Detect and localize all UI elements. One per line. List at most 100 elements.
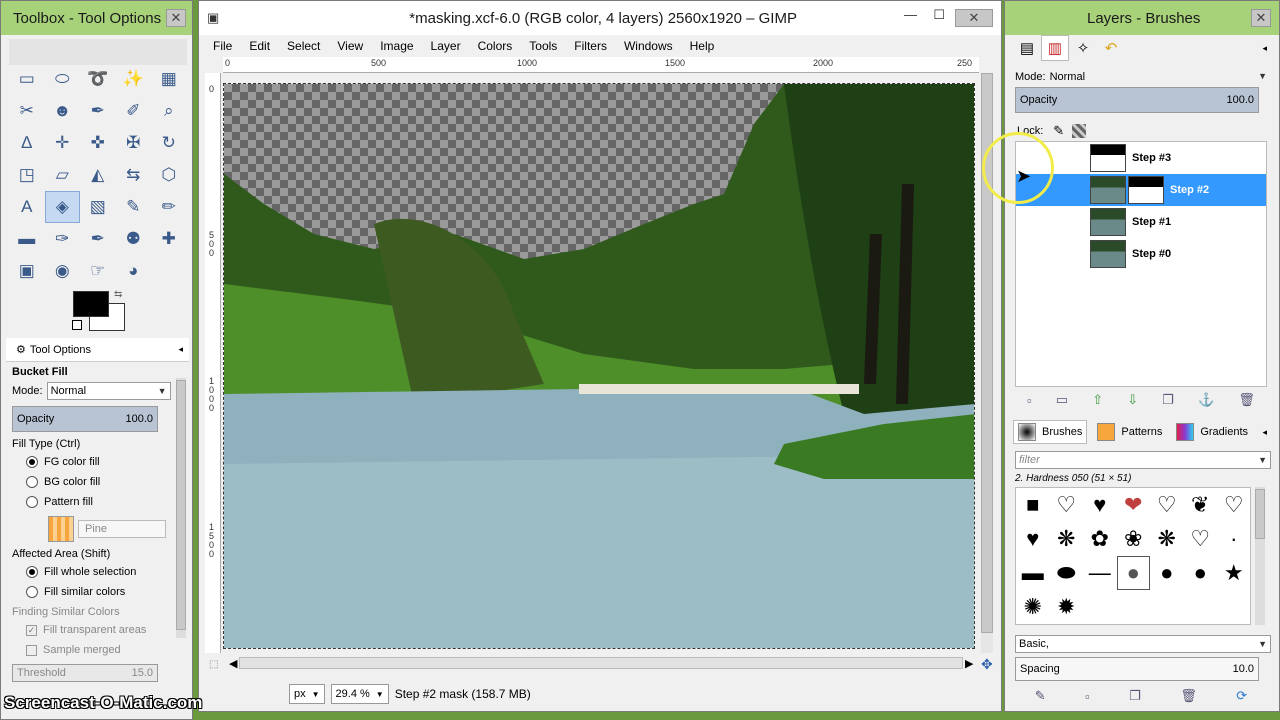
scissors-select-icon[interactable]: ✂	[9, 95, 45, 127]
align-icon[interactable]: ✜	[80, 127, 116, 159]
dodge-burn-icon[interactable]: ◕	[116, 255, 152, 287]
point-brush-icon[interactable]: ·	[1217, 522, 1251, 556]
smudge-icon[interactable]: ☞	[80, 255, 116, 287]
duplicate-layer-icon[interactable]: ❐	[1162, 392, 1174, 408]
brush-scrollbar[interactable]	[1255, 487, 1265, 625]
heart-thin-brush-icon[interactable]: ♡	[1184, 522, 1218, 556]
zoom-icon[interactable]: ⌕	[151, 95, 187, 127]
rect-select-icon[interactable]: ▭	[9, 63, 45, 95]
layer-row[interactable]: Step #2	[1016, 174, 1266, 206]
clone-icon[interactable]: ⚉	[116, 223, 152, 255]
color-select-icon[interactable]: ▦	[151, 63, 187, 95]
flowers-brush-icon[interactable]: ✿	[1083, 522, 1117, 556]
channels-tab-icon[interactable]: ▥	[1041, 35, 1069, 61]
brush-filter-input[interactable]: filter ▼	[1015, 451, 1271, 469]
layer-thumbnail[interactable]	[1090, 240, 1126, 268]
paths-icon[interactable]: ✒	[80, 95, 116, 127]
brush-set-dropdown[interactable]: Basic, ▼	[1015, 635, 1271, 653]
dots-brush-icon[interactable]: ❋	[1050, 522, 1084, 556]
paths-tab-icon[interactable]: ✧	[1069, 35, 1097, 61]
menu-tools[interactable]: Tools	[529, 39, 557, 53]
fill-bg-radio[interactable]: BG color fill	[26, 474, 183, 490]
visibility-toggle-icon[interactable]	[1024, 214, 1040, 230]
layer-thumbnail[interactable]	[1090, 176, 1126, 204]
menu-select[interactable]: Select	[287, 39, 320, 53]
bar-brush-icon[interactable]: ▬	[1016, 556, 1050, 590]
flip-icon[interactable]: ⇆	[116, 159, 152, 191]
block-brush-icon[interactable]: ■	[1016, 488, 1050, 522]
foreground-color-swatch[interactable]	[73, 291, 109, 317]
free-select-icon[interactable]: ➰	[80, 63, 116, 95]
red-heart-brush-icon[interactable]: ❤	[1117, 488, 1151, 522]
layer-opacity-slider[interactable]: Opacity 100.0	[1015, 87, 1259, 113]
menu-colors[interactable]: Colors	[478, 39, 513, 53]
tool-options-scrollbar[interactable]	[176, 378, 186, 638]
menu-layer[interactable]: Layer	[431, 39, 461, 53]
scroll-left-icon[interactable]: ◀	[229, 657, 237, 670]
tab-gradients[interactable]: Gradients	[1172, 421, 1252, 443]
menu-windows[interactable]: Windows	[624, 39, 673, 53]
close-icon[interactable]: ✕	[1251, 9, 1271, 27]
image-canvas[interactable]	[223, 83, 975, 649]
layer-row[interactable]: Step #0	[1016, 238, 1266, 270]
layers-tab-icon[interactable]: ▤	[1013, 35, 1041, 61]
measure-icon[interactable]: ∆	[9, 127, 45, 159]
vertical-ruler[interactable]: 0 5 0 0 1 0 0 0 1 5 0 0	[205, 73, 221, 653]
pencil-icon[interactable]: ✎	[116, 191, 152, 223]
scroll-right-icon[interactable]: ▶	[965, 657, 973, 670]
visibility-toggle-icon[interactable]	[1024, 246, 1040, 262]
ellipse-brush-icon[interactable]: ⬬	[1050, 556, 1084, 590]
opacity-slider[interactable]: Opacity 100.0	[12, 406, 158, 432]
splat2-brush-icon[interactable]: ✹	[1050, 590, 1084, 624]
heart-texture-brush-icon[interactable]: ♥	[1016, 522, 1050, 556]
layer-mask-thumbnail[interactable]	[1128, 176, 1164, 204]
tab-tool-options[interactable]: ⚙ Tool Options ◂	[6, 338, 189, 362]
lower-layer-icon[interactable]: ⇩	[1127, 392, 1138, 408]
duplicate-brush-icon[interactable]: ❐	[1129, 688, 1141, 704]
edit-brush-icon[interactable]: ✎	[1035, 688, 1046, 704]
hardness-brush-icon[interactable]: ●	[1150, 556, 1184, 590]
canvas-horizontal-scrollbar[interactable]	[239, 657, 963, 669]
spacing-slider[interactable]: Spacing 10.0	[1015, 657, 1259, 681]
perspective-icon[interactable]: ◭	[80, 159, 116, 191]
layer-thumbnail[interactable]	[1090, 144, 1126, 172]
bucket-fill-icon[interactable]: ◈	[44, 191, 80, 223]
panel-menu-icon[interactable]: ◂	[1262, 427, 1267, 438]
horizontal-ruler[interactable]: 0 500 1000 1500 2000 250	[223, 57, 979, 73]
fill-fg-radio[interactable]: FG color fill	[26, 454, 183, 470]
heart-splat-brush-icon[interactable]: ❦	[1184, 488, 1218, 522]
menu-image[interactable]: Image	[380, 39, 413, 53]
new-layer-icon[interactable]: ▫	[1027, 393, 1032, 408]
default-colors-icon[interactable]	[72, 320, 82, 330]
flowers-outline-brush-icon[interactable]: ❀	[1117, 522, 1151, 556]
scale-icon[interactable]: ◳	[9, 159, 45, 191]
splat-brush-icon[interactable]: ✺	[1016, 590, 1050, 624]
navigate-icon[interactable]: ✥	[981, 656, 993, 673]
ink-icon[interactable]: ✒	[80, 223, 116, 255]
heart-gray-brush-icon[interactable]: ♡	[1217, 488, 1251, 522]
airbrush-icon[interactable]: ✑	[45, 223, 81, 255]
line-brush-icon[interactable]: —	[1083, 556, 1117, 590]
rotate-icon[interactable]: ↻	[151, 127, 187, 159]
lock-alpha-icon[interactable]	[1072, 124, 1087, 138]
new-brush-icon[interactable]: ▫	[1085, 689, 1090, 704]
pattern-chip[interactable]	[48, 516, 74, 542]
close-icon[interactable]: ✕	[955, 9, 993, 27]
quick-mask-icon[interactable]: ⬚	[209, 659, 218, 670]
text-icon[interactable]: A	[9, 191, 45, 223]
fill-similar-colors-radio[interactable]: Fill similar colors	[26, 584, 183, 600]
lock-pixels-icon[interactable]: ✎	[1053, 123, 1064, 139]
shear-icon[interactable]: ▱	[45, 159, 81, 191]
perspective-clone-icon[interactable]: ▣	[9, 255, 45, 287]
ellipse-select-icon[interactable]: ⬭	[45, 63, 81, 95]
blur-icon[interactable]: ◉	[45, 255, 81, 287]
raise-layer-icon[interactable]: ⇧	[1092, 392, 1103, 408]
threshold-slider[interactable]: Threshold 15.0	[12, 664, 158, 682]
refresh-brushes-icon[interactable]: ⟳	[1236, 688, 1247, 704]
heart-lace-brush-icon[interactable]: ♡	[1150, 488, 1184, 522]
fill-transparent-checkbox[interactable]: ✓ Fill transparent areas	[26, 622, 183, 638]
menu-edit[interactable]: Edit	[249, 39, 270, 53]
panel-menu-icon[interactable]: ◂	[178, 344, 183, 355]
zoom-dropdown[interactable]: 29.4 % ▼	[330, 684, 389, 704]
undo-history-tab-icon[interactable]: ↶	[1097, 35, 1125, 61]
